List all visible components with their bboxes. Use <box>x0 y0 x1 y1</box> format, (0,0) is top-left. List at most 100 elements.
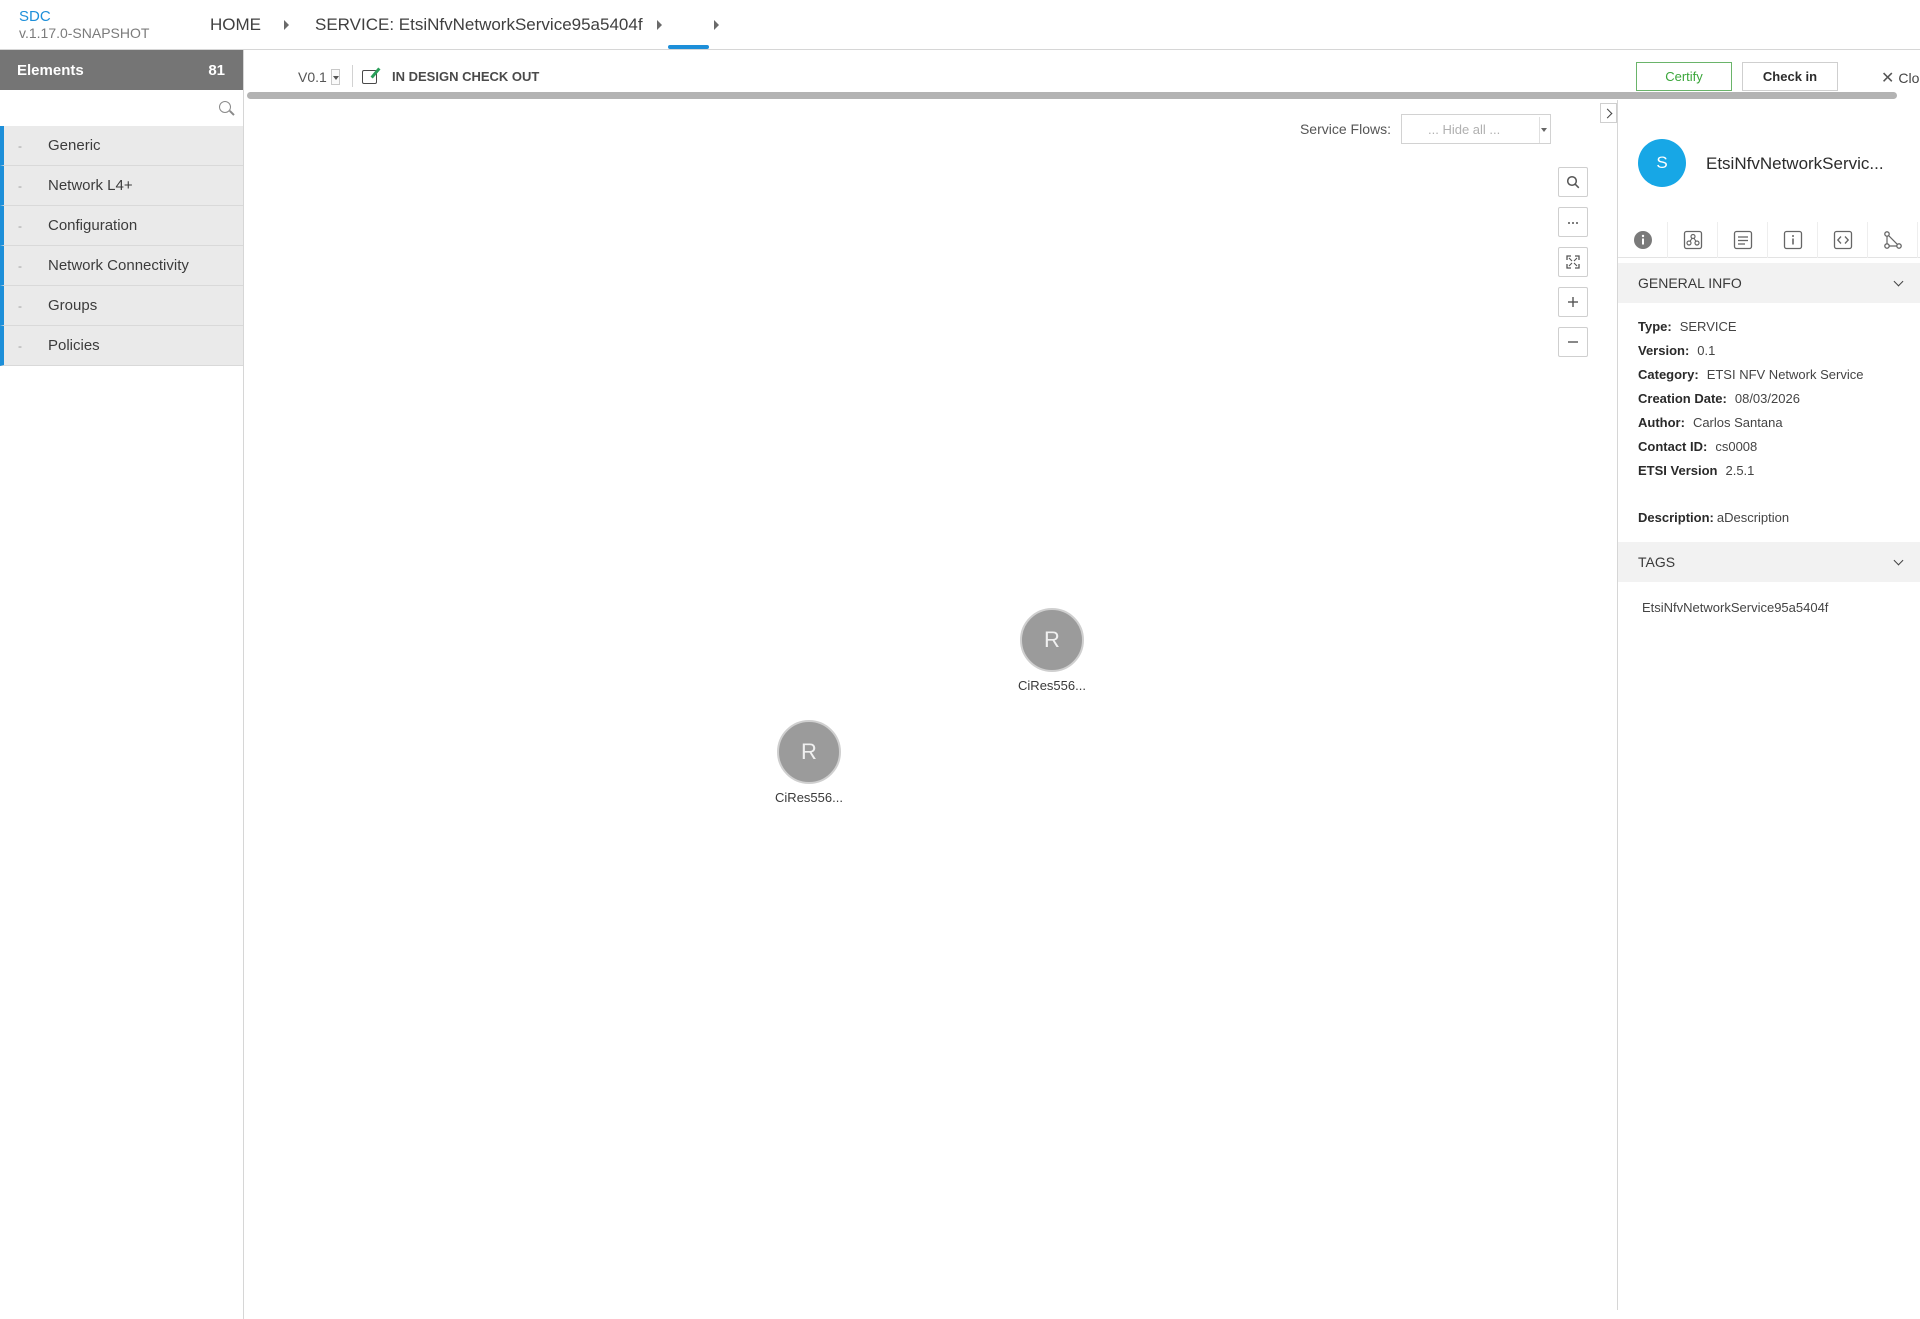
tab-service-path[interactable] <box>1868 222 1918 258</box>
info-value: ETSI NFV Network Service <box>1706 367 1864 382</box>
service-flows-select[interactable]: ... Hide all ... <box>1401 114 1551 144</box>
palette-search-input[interactable] <box>0 90 243 126</box>
search-icon[interactable] <box>219 101 231 113</box>
composition-canvas[interactable]: Service Flows: ... Hide all ... R CiRes5… <box>245 100 1615 1310</box>
check-in-button[interactable]: Check in <box>1742 62 1838 91</box>
service-flows-value: ... Hide all ... <box>1428 121 1501 137</box>
node-circle[interactable]: R <box>777 720 841 784</box>
toolbar-divider <box>352 65 353 87</box>
general-info-body: Type: SERVICE Version: 0.1 Category: ETSI N… <box>1618 303 1920 535</box>
canvas-fit-button[interactable] <box>1558 247 1588 277</box>
tags-title: TAGS <box>1638 554 1676 570</box>
info-icon <box>1633 231 1652 249</box>
palette-group-label: Groups <box>48 297 98 314</box>
breadcrumb-arrow-icon[interactable] <box>284 20 289 30</box>
palette-title: Elements <box>17 61 84 79</box>
horizontal-scrollbar[interactable] <box>247 92 1897 99</box>
description: Description: aDescription <box>1638 510 1900 525</box>
description-label: Description: <box>1638 510 1714 525</box>
properties-icon <box>1783 230 1802 250</box>
chevron-down-icon[interactable] <box>1893 555 1904 565</box>
top-header: SDC v.1.17.0-SNAPSHOT HOME SERVICE: Etsi… <box>0 0 1920 50</box>
zoom-out-icon <box>1568 341 1578 343</box>
chevron-down-icon[interactable] <box>1893 276 1904 286</box>
close-label: Clo <box>1898 70 1920 86</box>
breadcrumb-home[interactable]: HOME <box>210 14 261 36</box>
breadcrumb-arrow-icon[interactable] <box>714 20 719 30</box>
zoom-out-button[interactable] <box>1558 327 1588 357</box>
tab-api[interactable] <box>1818 222 1868 258</box>
info-row-type: Type: SERVICE <box>1638 315 1900 339</box>
collapse-panel-button[interactable] <box>1600 103 1617 123</box>
dropdown-caret-icon[interactable] <box>330 69 340 85</box>
certify-button[interactable]: Certify <box>1636 62 1732 91</box>
palette-group-policies[interactable]: - Policies <box>0 326 243 366</box>
details-header: S EtsiNfvNetworkServic... <box>1618 100 1920 227</box>
service-flows: Service Flows: ... Hide all ... <box>1300 114 1551 144</box>
info-row-author: Author: Carlos Santana <box>1638 411 1900 435</box>
search-icon <box>1566 175 1580 189</box>
details-title: EtsiNfvNetworkServic... <box>1706 154 1884 173</box>
tab-deployment[interactable] <box>1718 222 1768 258</box>
info-value: Carlos Santana <box>1692 415 1783 430</box>
details-tabs <box>1618 222 1920 258</box>
node-circle[interactable]: R <box>1020 608 1084 672</box>
app-version: v.1.17.0-SNAPSHOT <box>19 25 150 41</box>
collapse-dash-icon: - <box>18 298 22 313</box>
general-info-header[interactable]: GENERAL INFO <box>1618 263 1920 303</box>
info-label: Version: <box>1638 343 1690 358</box>
lifecycle-status: IN DESIGN CHECK OUT <box>362 67 539 85</box>
info-value: 08/03/2026 <box>1734 391 1800 406</box>
breadcrumb-service[interactable]: SERVICE: EtsiNfvNetworkService95a5404f <box>315 14 643 36</box>
info-row-contact-id: Contact ID: cs0008 <box>1638 435 1900 459</box>
app-name: SDC <box>19 8 51 25</box>
collapse-dash-icon: - <box>18 338 22 353</box>
service-flows-label: Service Flows: <box>1299 121 1391 137</box>
info-value: SERVICE <box>1679 319 1737 334</box>
collapse-dash-icon: - <box>18 258 22 273</box>
flow-icon <box>1883 231 1902 249</box>
palette-group-label: Policies <box>48 337 100 354</box>
info-label: Author: <box>1638 415 1685 430</box>
tags-header[interactable]: TAGS <box>1618 542 1920 582</box>
details-panel: S EtsiNfvNetworkServic... GENERAL INFO T… <box>1617 100 1920 1310</box>
canvas-node[interactable]: R CiRes556... <box>1002 608 1102 693</box>
palette-group-label: Generic <box>48 137 101 154</box>
breadcrumb-workspace[interactable] <box>670 14 706 36</box>
checkout-edit-icon <box>362 67 384 85</box>
close-icon: ✕ <box>1881 70 1895 87</box>
tab-general-info[interactable] <box>1618 222 1668 258</box>
collapse-dash-icon: - <box>18 178 22 193</box>
palette-group-groups[interactable]: - Groups <box>0 286 243 326</box>
palette-group-configuration[interactable]: - Configuration <box>0 206 243 246</box>
list-icon <box>1733 230 1752 250</box>
canvas-more-button[interactable] <box>1558 207 1588 237</box>
canvas-node[interactable]: R CiRes556... <box>759 720 859 805</box>
info-label: Creation Date: <box>1638 391 1727 406</box>
more-icon <box>1568 222 1578 224</box>
composition-icon <box>1683 230 1702 250</box>
info-value: 2.5.1 <box>1725 463 1755 478</box>
version-value: V0.1 <box>298 69 327 85</box>
service-avatar: S <box>1638 139 1686 187</box>
app-logo[interactable]: SDC v.1.17.0-SNAPSHOT <box>19 8 150 42</box>
canvas-search-button[interactable] <box>1558 167 1588 197</box>
info-row-creation-date: Creation Date: 08/03/2026 <box>1638 387 1900 411</box>
tab-properties[interactable] <box>1768 222 1818 258</box>
zoom-in-button[interactable] <box>1558 287 1588 317</box>
general-info-title: GENERAL INFO <box>1638 275 1742 291</box>
version-select[interactable]: V0.1 <box>298 69 340 85</box>
palette-search <box>0 90 243 126</box>
breadcrumb-active-indicator <box>668 45 709 49</box>
palette-group-network-l4[interactable]: - Network L4+ <box>0 166 243 206</box>
breadcrumb-arrow-icon[interactable] <box>657 20 662 30</box>
node-label: CiRes556... <box>1018 678 1086 693</box>
close-button[interactable]: ✕ Clo <box>1881 68 1919 88</box>
palette-group-network-connectivity[interactable]: - Network Connectivity <box>0 246 243 286</box>
fit-screen-icon <box>1566 255 1580 269</box>
palette-group-label: Configuration <box>48 217 138 234</box>
palette-group-generic[interactable]: - Generic <box>0 126 243 166</box>
info-row-etsi-version: ETSI Version 2.5.1 <box>1638 459 1900 483</box>
tag-item: EtsiNfvNetworkService95a5404f <box>1642 600 1829 615</box>
tab-composition[interactable] <box>1668 222 1718 258</box>
